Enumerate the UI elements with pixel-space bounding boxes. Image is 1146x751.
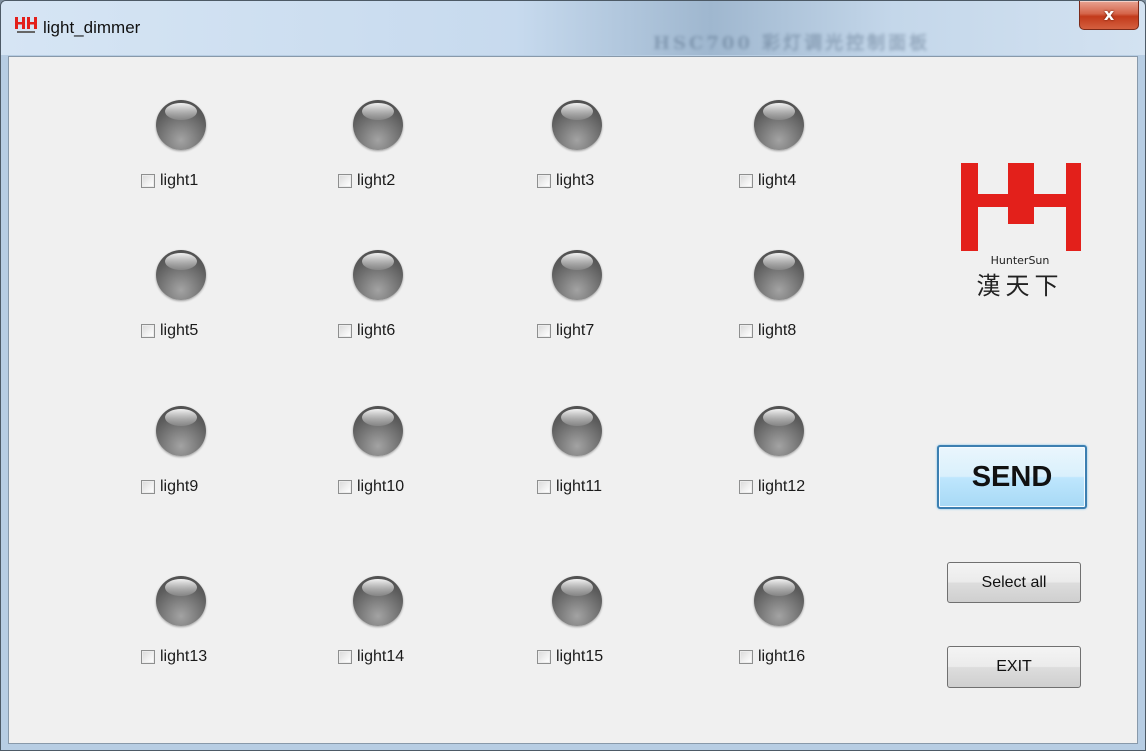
light-cell: light4 [739,100,939,210]
light-label: light7 [556,322,595,339]
light-label: light15 [556,648,604,665]
light-cell: light11 [537,406,737,516]
light-checkbox[interactable] [739,324,753,338]
app-logo-icon [15,17,37,33]
logo-chinese-text: 漢天下 [976,272,1064,300]
light-bulb-icon [353,576,403,626]
light-cell: light15 [537,576,737,686]
light-label: light12 [758,478,806,495]
light-bulb-icon [754,100,804,150]
light-checkbox[interactable] [537,650,551,664]
light-bulb-icon [552,406,602,456]
close-icon: x [1103,5,1115,24]
light-cell: light13 [141,576,341,686]
light-checkbox[interactable] [537,174,551,188]
light-cell: light3 [537,100,737,210]
light-cell: light10 [338,406,538,516]
close-button[interactable]: x [1079,1,1139,30]
light-cell: light12 [739,406,939,516]
light-checkbox[interactable] [141,324,155,338]
light-bulb-icon [156,406,206,456]
title-bar[interactable]: HSC700 彩灯调光控制面板 light_dimmer x [1,1,1145,55]
light-label: light1 [160,172,199,189]
light-label: light14 [357,648,405,665]
exit-button[interactable]: EXIT [947,646,1081,688]
light-label: light3 [556,172,595,189]
window-title: light_dimmer [43,18,141,37]
light-label: light13 [160,648,208,665]
light-cell: light5 [141,250,341,360]
light-label: light4 [758,172,797,189]
client-area: light1 light2 light3 light4 light5 light6 ligh… [8,56,1138,744]
light-cell: light9 [141,406,341,516]
light-cell: light6 [338,250,538,360]
light-bulb-icon [156,100,206,150]
light-bulb-icon [353,250,403,300]
light-bulb-icon [754,576,804,626]
light-bulb-icon [754,250,804,300]
light-checkbox[interactable] [537,480,551,494]
light-cell: light1 [141,100,341,210]
light-checkbox[interactable] [141,650,155,664]
light-label: light16 [758,648,806,665]
light-bulb-icon [754,406,804,456]
light-bulb-icon [156,576,206,626]
light-cell: light7 [537,250,737,360]
light-label: light11 [556,478,602,495]
app-window: HSC700 彩灯调光控制面板 light_dimmer x light1 lig… [0,0,1146,751]
light-checkbox[interactable] [537,324,551,338]
light-bulb-icon [552,576,602,626]
light-bulb-icon [156,250,206,300]
light-label: light2 [357,172,396,189]
light-checkbox[interactable] [739,650,753,664]
light-cell: light14 [338,576,538,686]
light-checkbox[interactable] [739,480,753,494]
hunter-sun-logo: HunterSun 漢天下 [954,162,1100,302]
light-cell: light2 [338,100,538,210]
select-all-button[interactable]: Select all [947,562,1081,603]
light-checkbox[interactable] [338,324,352,338]
light-checkbox[interactable] [739,174,753,188]
light-checkbox[interactable] [338,650,352,664]
light-bulb-icon [552,100,602,150]
light-cell: light8 [739,250,939,360]
light-bulb-icon [353,100,403,150]
light-bulb-icon [353,406,403,456]
background-window-title: HSC700 彩灯调光控制面板 [653,33,931,54]
light-checkbox[interactable] [338,480,352,494]
light-label: light6 [357,322,396,339]
send-button[interactable]: SEND [937,445,1087,509]
light-checkbox[interactable] [141,480,155,494]
light-checkbox[interactable] [141,174,155,188]
light-label: light5 [160,322,199,339]
light-label: light8 [758,322,797,339]
light-bulb-icon [552,250,602,300]
light-cell: light16 [739,576,939,686]
light-checkbox[interactable] [338,174,352,188]
light-label: light9 [160,478,199,495]
light-label: light10 [357,478,405,495]
